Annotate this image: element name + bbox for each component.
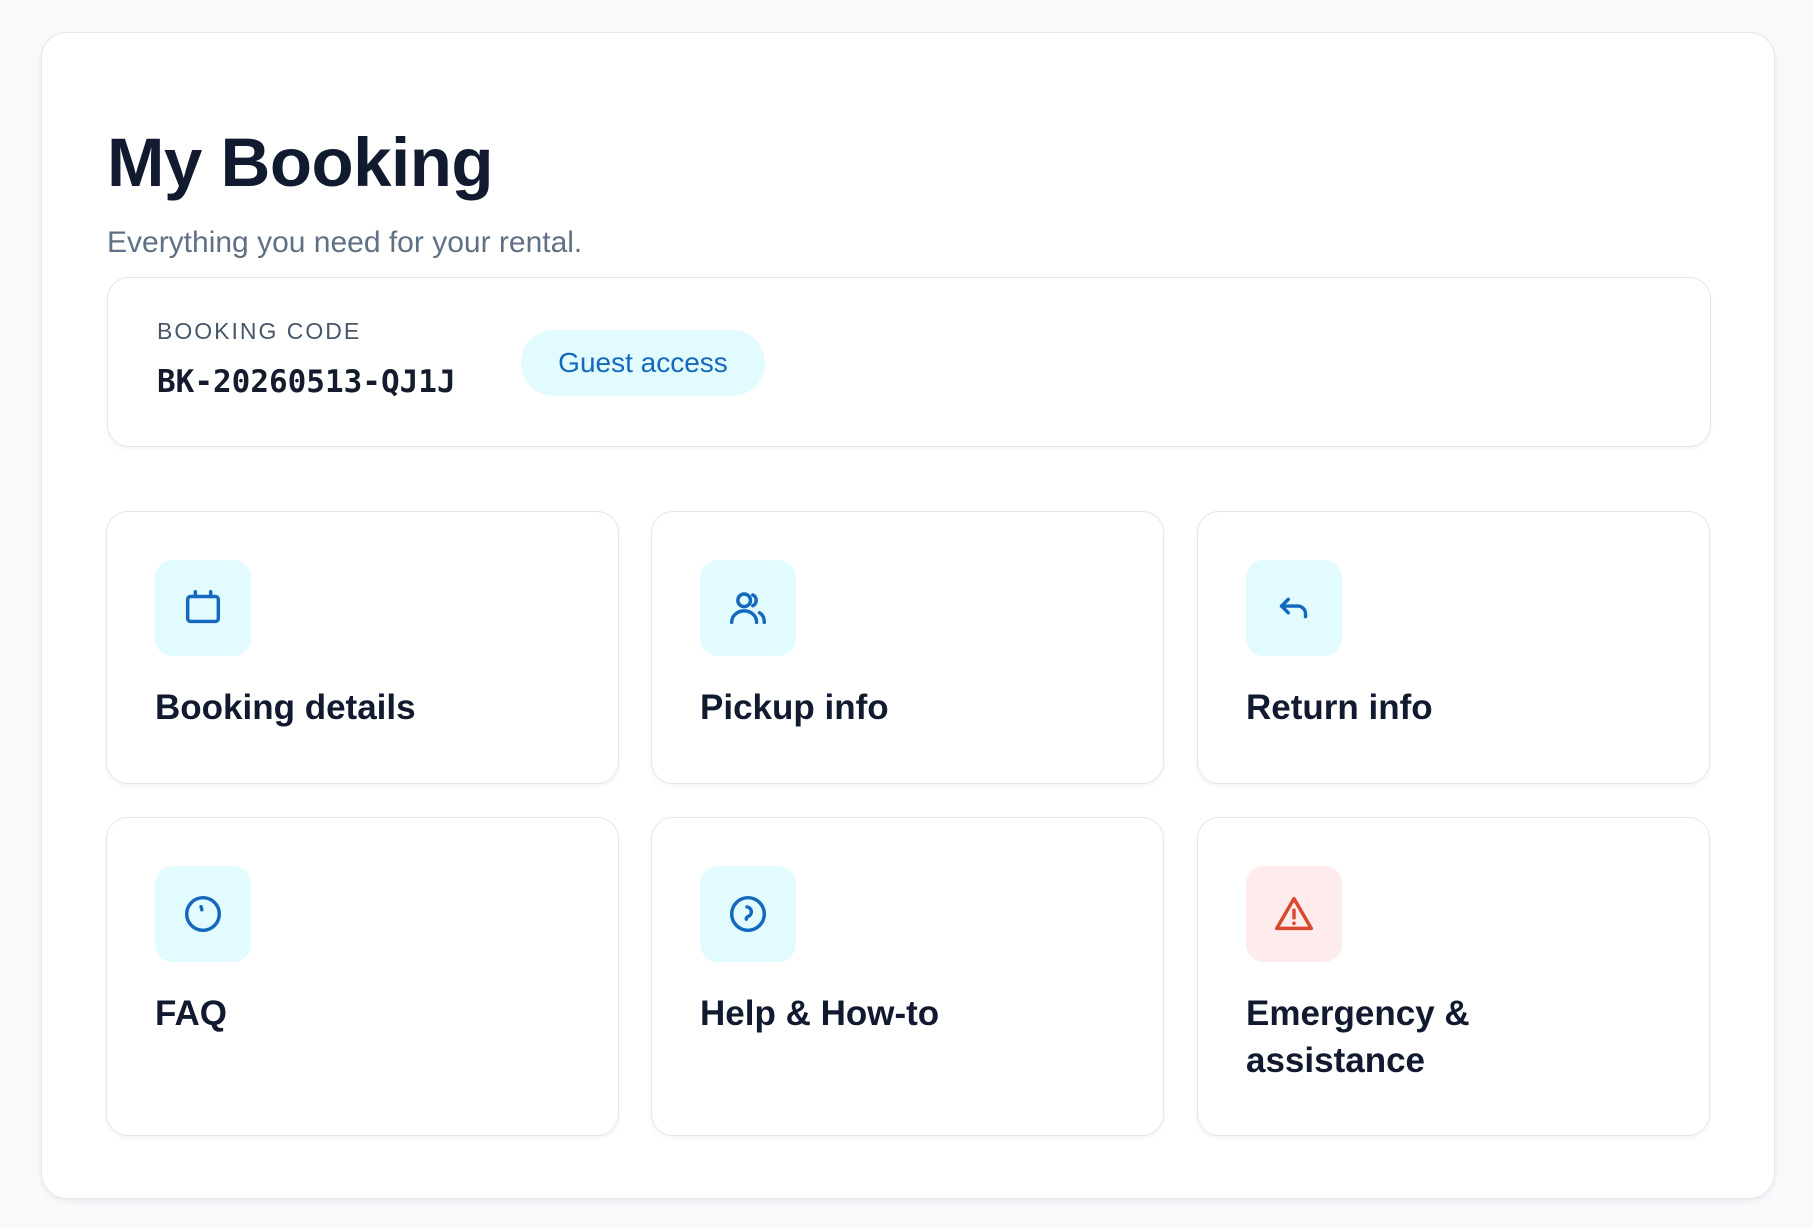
booking-code-card: BOOKING CODE BK-20260513-QJ1J Guest acce…: [107, 277, 1711, 447]
tile-label: Emergency & assistance: [1246, 994, 1470, 1081]
tile-faq[interactable]: FAQ: [106, 817, 619, 1136]
return-arrow-icon: [1246, 560, 1342, 656]
tile-label: Pickup info: [700, 688, 889, 727]
tile-pickup-info[interactable]: Pickup info: [651, 511, 1164, 784]
booking-code-value: BK-20260513-QJ1J: [157, 364, 456, 400]
page-subtitle: Everything you need for your rental.: [107, 226, 583, 259]
tile-help-how-to[interactable]: Help & How-to: [651, 817, 1164, 1136]
tile-label: Help & How-to: [700, 994, 940, 1033]
guest-access-badge[interactable]: Guest access: [521, 330, 765, 396]
users-icon: [700, 560, 796, 656]
tile-emergency-assistance[interactable]: Emergency & assistance: [1197, 817, 1710, 1136]
tile-booking-details[interactable]: Booking details: [106, 511, 619, 784]
tile-label: Return info: [1246, 688, 1433, 727]
tile-label: FAQ: [155, 994, 227, 1033]
tile-label: Booking details: [155, 688, 416, 727]
help-circle-icon: [155, 866, 251, 962]
tile-return-info[interactable]: Return info: [1197, 511, 1710, 784]
warning-triangle-icon: [1246, 866, 1342, 962]
page-title: My Booking: [107, 124, 494, 201]
help-circle-icon: [700, 866, 796, 962]
booking-code-label: BOOKING CODE: [157, 318, 362, 344]
calendar-icon: [155, 560, 251, 656]
